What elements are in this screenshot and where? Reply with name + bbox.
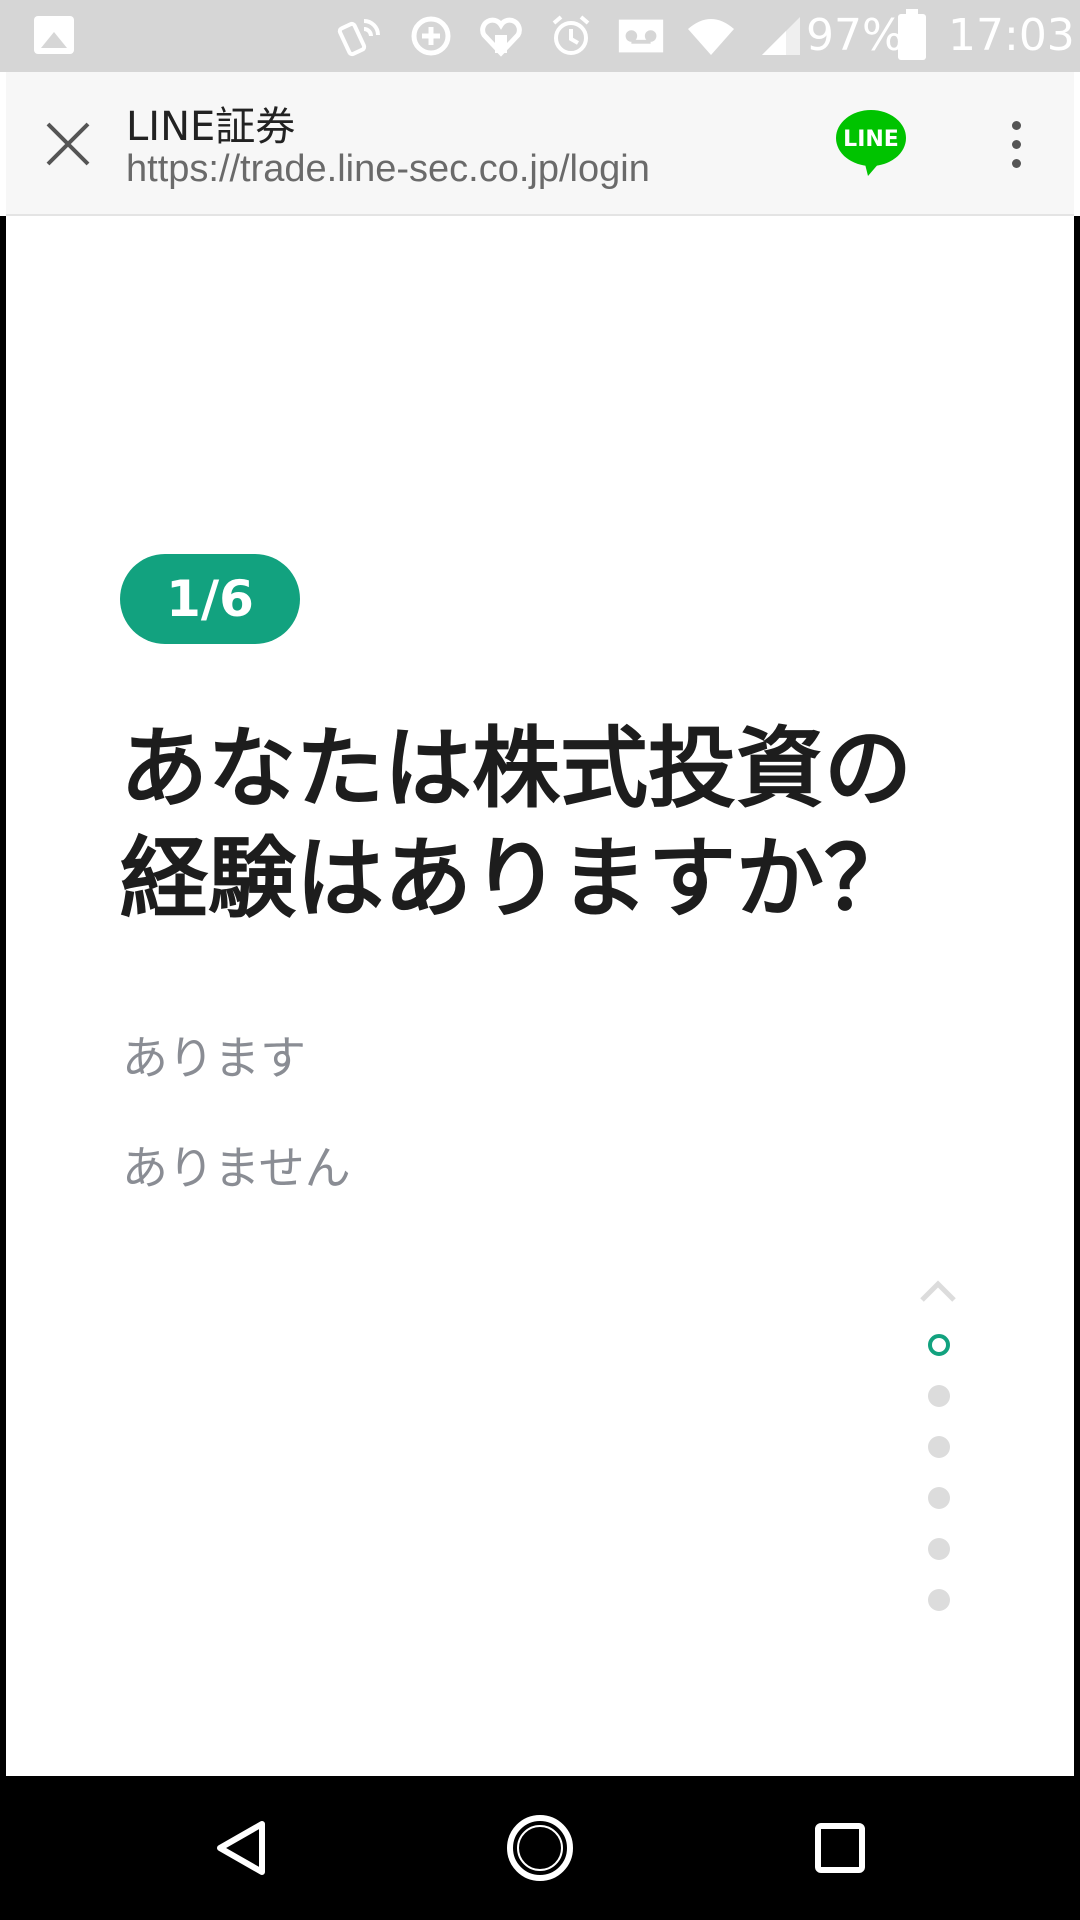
back-button[interactable] <box>200 1806 284 1890</box>
status-bar: 97% 17:03 <box>0 0 1080 72</box>
home-icon <box>507 1815 573 1881</box>
home-button[interactable] <box>498 1806 582 1890</box>
question-text: あなたは株式投資の経験はありますか？ <box>120 717 913 930</box>
nfc-icon <box>335 10 387 62</box>
page-url[interactable]: https://trade.line-sec.co.jp/login <box>126 148 650 191</box>
wifi-icon <box>685 10 737 62</box>
more-dot <box>1011 139 1021 149</box>
more-options-button[interactable] <box>996 112 1036 176</box>
recent-apps-button[interactable] <box>798 1806 882 1890</box>
line-logo-icon[interactable]: LINE <box>834 108 908 178</box>
progress-dot[interactable] <box>928 1538 950 1560</box>
recent-apps-icon <box>815 1823 865 1873</box>
option-no[interactable]: ありません <box>122 1132 351 1198</box>
health-icon <box>475 10 527 62</box>
data-saver-icon <box>405 10 457 62</box>
page-edge-left <box>0 216 6 1776</box>
gallery-icon <box>34 16 74 54</box>
close-button[interactable] <box>38 114 98 174</box>
progress-dot[interactable] <box>928 1385 950 1407</box>
more-dot <box>1011 158 1021 168</box>
option-yes[interactable]: あります <box>122 1022 306 1088</box>
page-title: LINE証券 <box>126 104 296 150</box>
system-nav-bar <box>0 1776 1080 1920</box>
step-badge: 1/6 <box>120 554 300 644</box>
progress-dot[interactable] <box>928 1436 950 1458</box>
status-icons <box>335 10 807 62</box>
chevron-up-icon <box>920 1280 956 1302</box>
alarm-icon <box>545 10 597 62</box>
more-dot <box>1011 120 1021 130</box>
voicemail-icon <box>615 10 667 62</box>
line-logo-text: LINE <box>843 127 899 152</box>
status-time: 17:03 <box>948 10 1075 61</box>
progress-dot[interactable] <box>928 1334 950 1356</box>
back-icon <box>217 1821 265 1875</box>
progress-dot[interactable] <box>928 1487 950 1509</box>
battery-icon <box>898 9 926 60</box>
battery-percent: 97% <box>806 10 904 61</box>
cell-signal-icon <box>755 10 807 62</box>
close-icon <box>46 122 90 166</box>
progress-dot[interactable] <box>928 1589 950 1611</box>
browser-header: LINE証券 https://trade.line-sec.co.jp/logi… <box>6 72 1074 216</box>
previous-question-button[interactable] <box>918 1276 958 1306</box>
page-edge-right <box>1074 216 1080 1776</box>
